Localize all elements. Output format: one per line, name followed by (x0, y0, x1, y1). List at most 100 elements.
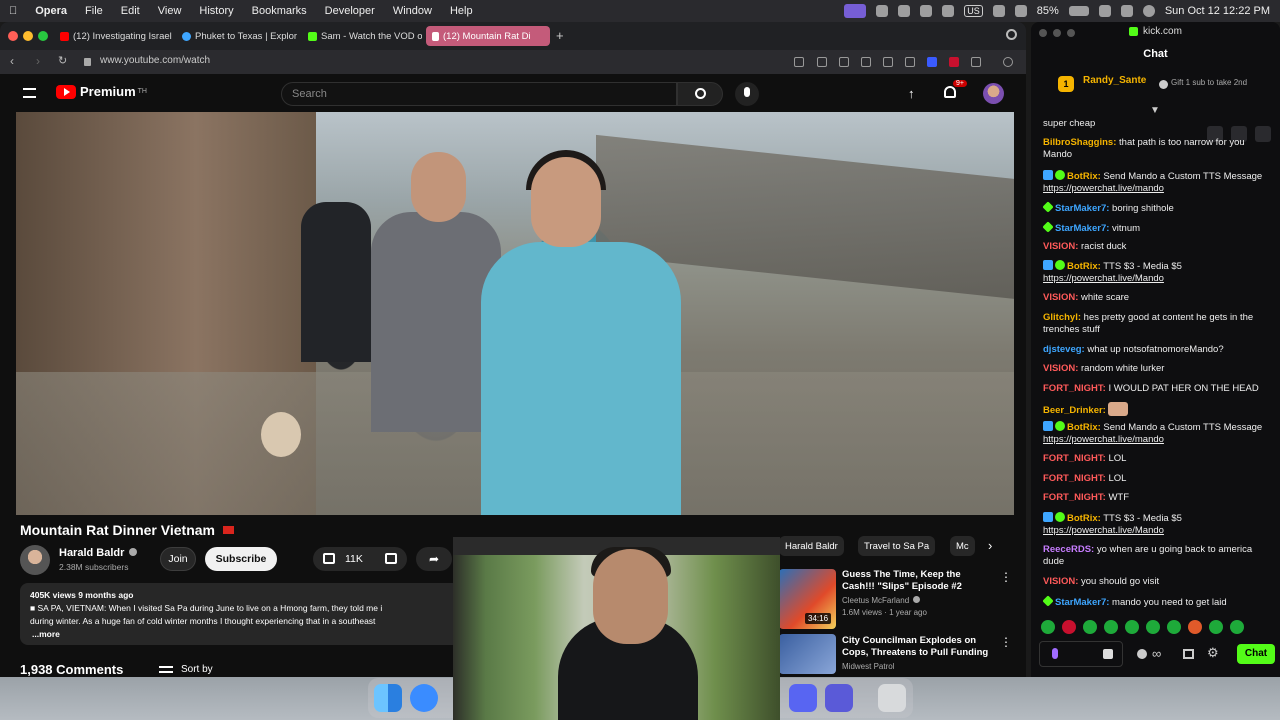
emote-icon[interactable] (1209, 620, 1223, 634)
reload-button[interactable]: ↻ (58, 54, 67, 67)
tab-phuket[interactable]: Phuket to Texas | Explor (176, 26, 298, 46)
chip-channel[interactable]: Harald Baldr (779, 536, 844, 556)
download-icon[interactable] (905, 57, 915, 67)
chat-username[interactable]: StarMaker7: (1055, 203, 1109, 214)
search-button[interactable] (677, 82, 723, 106)
emoji-picker-icon[interactable] (1103, 649, 1113, 659)
mail-icon[interactable] (825, 684, 853, 712)
chat-username[interactable]: VISION: (1043, 241, 1078, 252)
users-icon[interactable] (1137, 649, 1147, 659)
apple-icon[interactable]:  (0, 5, 26, 17)
menu-view[interactable]: View (149, 5, 191, 17)
play-icon[interactable] (898, 5, 911, 17)
chat-message[interactable]: FORT_NIGHT: I WOULD PAT HER ON THE HEAD (1043, 383, 1271, 395)
channel-avatar[interactable] (20, 545, 50, 575)
chat-username[interactable]: djsteveg: (1043, 344, 1085, 355)
emote-icon[interactable] (1230, 620, 1244, 634)
chat-username[interactable]: ReeceRDS: (1043, 544, 1094, 555)
recommended-thumbnail[interactable] (779, 634, 836, 674)
subscribe-button[interactable]: Subscribe (205, 547, 277, 571)
siri-icon[interactable] (1142, 5, 1155, 17)
chat-username[interactable]: BotRix: (1067, 513, 1101, 524)
menu-edit[interactable]: Edit (112, 5, 149, 17)
chat-message[interactable]: StarMaker7: boring shithole (1042, 201, 1271, 215)
close-window-button[interactable] (8, 31, 18, 41)
chat-message[interactable]: StarMaker7: vitnum (1042, 221, 1271, 235)
chat-message[interactable]: BilbroShaggins: that path is too narrow … (1043, 137, 1271, 161)
chat-message[interactable]: super cheap (1043, 118, 1271, 130)
safari-icon[interactable] (410, 684, 438, 712)
show-more-link[interactable]: ...more (30, 628, 450, 641)
tab-search-icon[interactable] (1006, 29, 1017, 40)
menubar-clock[interactable]: Sun Oct 12 12:22 PM (1165, 5, 1270, 17)
like-button[interactable]: 11K (313, 547, 407, 571)
thumbs-down-icon[interactable] (385, 553, 397, 564)
chat-message[interactable]: VISION: white scare (1043, 292, 1271, 304)
chat-message[interactable]: VISION: racist duck (1043, 241, 1271, 253)
finder-icon[interactable] (374, 684, 402, 712)
emote-icon[interactable] (1062, 620, 1076, 634)
description-box[interactable]: 405K views 9 months ago ■ SA PA, VIETNAM… (20, 583, 460, 645)
emote-icon[interactable] (1167, 620, 1181, 634)
battery-icon[interactable] (1068, 6, 1089, 16)
chat-username[interactable]: Glitchyl: (1043, 312, 1081, 323)
chat-username[interactable]: VISION: (1043, 576, 1078, 587)
chat-send-button[interactable]: Chat (1237, 644, 1275, 664)
more-options-icon[interactable]: ⋮ (1000, 570, 1012, 584)
emote-icon[interactable] (1146, 620, 1160, 634)
emote-icon[interactable] (1104, 620, 1118, 634)
chat-username[interactable]: VISION: (1043, 292, 1078, 303)
wifi-icon[interactable] (1014, 5, 1027, 17)
lock-icon[interactable] (84, 58, 91, 66)
video-player[interactable] (16, 112, 1014, 515)
hamburger-menu-icon[interactable] (23, 88, 36, 98)
chat-message[interactable]: FORT_NIGHT: LOL (1043, 473, 1271, 485)
tab-kick-vod[interactable]: Sam - Watch the VOD o (302, 26, 422, 46)
chat-username[interactable]: BotRix: (1067, 261, 1101, 272)
emote-icon[interactable] (1083, 620, 1097, 634)
spotlight-icon[interactable] (1098, 5, 1111, 17)
screen-record-icon[interactable] (844, 4, 867, 18)
chip-travel-sa-pa[interactable]: Travel to Sa Pa (858, 536, 936, 556)
chat-message[interactable]: Glitchyl: hes pretty good at content he … (1043, 312, 1271, 336)
minimize-window-button[interactable] (23, 31, 33, 41)
menu-bookmarks[interactable]: Bookmarks (243, 5, 316, 17)
search-input[interactable]: Search (281, 82, 677, 106)
chat-username[interactable]: FORT_NIGHT: (1043, 492, 1106, 503)
input-source[interactable]: US (964, 5, 983, 17)
emote-icon[interactable] (1188, 620, 1202, 634)
back-button[interactable]: ‹ (10, 54, 14, 68)
chat-link[interactable]: https://powerchat.live/Mando (1043, 273, 1164, 284)
tab-mountain-rat[interactable]: (12) Mountain Rat Di (426, 26, 550, 46)
menu-history[interactable]: History (190, 5, 242, 17)
forward-button[interactable]: › (36, 54, 40, 68)
chat-message[interactable]: BotRix: TTS $3 - Media $5 https://powerc… (1043, 260, 1271, 285)
time-machine-icon[interactable] (992, 5, 1005, 17)
focus-moon-icon[interactable] (942, 5, 955, 17)
recommended-channel[interactable]: Cleetus McFarland (842, 596, 921, 605)
ublock-icon[interactable] (949, 57, 959, 67)
top-gifter-name[interactable]: Randy_Sante (1083, 75, 1146, 86)
notifications-bell-icon[interactable] (944, 86, 956, 98)
trash-icon[interactable] (878, 684, 906, 712)
share-page-icon[interactable] (794, 57, 804, 67)
extension-icon[interactable] (927, 57, 937, 67)
chat-message[interactable]: BotRix: Send Mando a Custom TTS Message … (1043, 421, 1271, 446)
heart-icon[interactable] (883, 57, 893, 67)
chat-username[interactable]: VISION: (1043, 363, 1078, 374)
mic-icon[interactable] (1052, 648, 1058, 659)
chat-username[interactable]: BotRix: (1067, 422, 1101, 433)
chat-username[interactable]: StarMaker7: (1055, 223, 1109, 234)
chip-more[interactable]: Mc (950, 536, 975, 556)
recommended-title[interactable]: Guess The Time, Keep the Cash!!! "Slips"… (842, 569, 992, 593)
upload-icon[interactable]: ↑ (908, 86, 915, 101)
profile-icon[interactable] (1003, 57, 1013, 67)
account-avatar[interactable] (983, 83, 1004, 104)
tab-investigating[interactable]: (12) Investigating Israeli (54, 26, 172, 46)
shield-icon[interactable] (839, 57, 849, 67)
chat-username[interactable]: FORT_NIGHT: (1043, 453, 1106, 464)
voice-search-button[interactable] (735, 82, 759, 106)
settings-gear-icon[interactable]: ⚙ (1207, 645, 1219, 661)
chip-next-chevron-icon[interactable]: › (988, 538, 992, 553)
chat-link[interactable]: https://powerchat.live/mando (1043, 183, 1164, 194)
